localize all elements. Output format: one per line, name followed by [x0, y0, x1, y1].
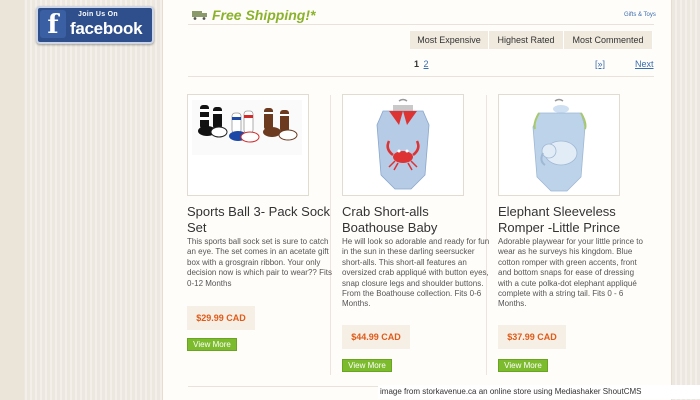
product-title[interactable]: Elephant Sleeveless Romper -Little Princ… [498, 204, 648, 236]
elephant-romper-image [503, 98, 613, 193]
sock-set-image [192, 100, 302, 155]
truck-icon [192, 11, 207, 20]
image-credit-caption: image from storkavenue.ca an online stor… [378, 385, 700, 399]
sort-highest-rated[interactable]: Highest Rated [489, 31, 564, 49]
product-title[interactable]: Sports Ball 3- Pack Sock Set [187, 204, 337, 236]
sort-most-commented[interactable]: Most Commented [564, 31, 653, 49]
facebook-join-badge[interactable]: f Join Us On facebook [36, 6, 154, 44]
header-divider [188, 24, 654, 25]
sort-most-expensive[interactable]: Most Expensive [410, 31, 489, 49]
page-link-2[interactable]: 2 [424, 59, 429, 69]
view-more-button[interactable]: View More [342, 359, 392, 372]
facebook-icon: f [40, 10, 66, 40]
product-image-frame[interactable] [342, 94, 464, 196]
facebook-brand-text: facebook [70, 19, 143, 38]
product-description: Adorable playwear for your little prince… [498, 237, 643, 309]
free-shipping-text: Free Shipping!* [212, 7, 316, 23]
product-price: $37.99 CAD [498, 325, 566, 349]
pagination-divider [188, 76, 654, 77]
pagination-next[interactable]: Next [635, 59, 654, 69]
product-price: $44.99 CAD [342, 325, 410, 349]
view-more-button[interactable]: View More [187, 338, 237, 351]
product-image-frame[interactable] [187, 94, 309, 196]
crab-shortall-image [347, 98, 457, 193]
left-margin-strip [0, 0, 24, 400]
product-image-frame[interactable] [498, 94, 620, 196]
product-price: $29.99 CAD [187, 306, 255, 330]
facebook-join-text: Join Us On [78, 11, 118, 18]
current-page: 1 [414, 59, 420, 69]
pagination: 1 2 [414, 59, 429, 69]
breadcrumb-category-link[interactable]: Gifts & Toys [624, 12, 656, 18]
product-description: He will look so adorable and ready for f… [342, 237, 490, 309]
pagination-show-all[interactable]: [»] [595, 59, 605, 69]
sort-bar: Most Expensive Highest Rated Most Commen… [410, 31, 653, 49]
view-more-button[interactable]: View More [498, 359, 548, 372]
product-description: This sports ball sock set is sure to cat… [187, 237, 332, 288]
product-title[interactable]: Crab Short-alls Boathouse Baby [342, 204, 492, 236]
